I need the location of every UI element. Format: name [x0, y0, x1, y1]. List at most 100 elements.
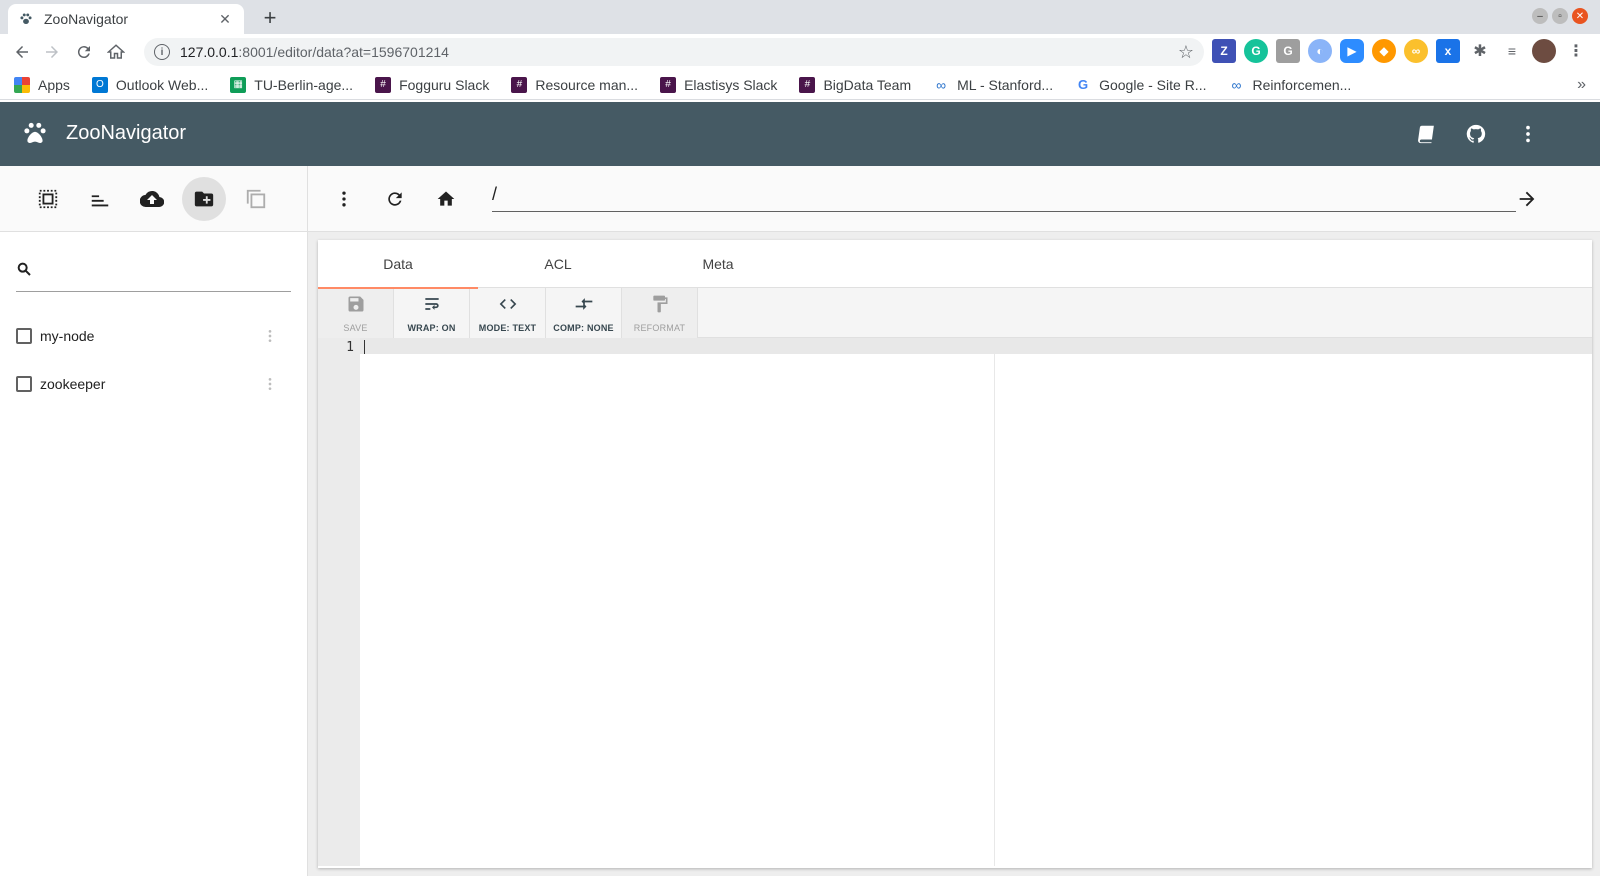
home-icon[interactable]	[430, 183, 462, 215]
path-field	[492, 178, 1516, 212]
site-info-icon[interactable]: i	[154, 44, 170, 60]
back-button[interactable]	[6, 36, 38, 68]
bookmark-outlook[interactable]: O Outlook Web...	[91, 76, 208, 93]
sidebar-toolbar	[0, 166, 307, 232]
node-name[interactable]: zookeeper	[40, 376, 105, 392]
github-icon[interactable]	[1462, 120, 1490, 148]
editor-card: Data ACL Meta SAVE WRAP: ON MODE: TEXT C…	[318, 240, 1592, 868]
tab-acl[interactable]: ACL	[478, 240, 638, 288]
tab-meta[interactable]: Meta	[638, 240, 798, 288]
bookmark-resource-man[interactable]: # Resource man...	[511, 76, 638, 93]
compress-arrows-icon	[574, 294, 594, 319]
close-tab-icon[interactable]: ✕	[216, 10, 234, 28]
book-icon[interactable]	[1412, 120, 1440, 148]
chrome-menu-icon[interactable]: ⋮	[1564, 39, 1588, 63]
coursera-icon: ∞	[936, 76, 947, 93]
coursera-extension-icon[interactable]: ∞	[1404, 39, 1428, 63]
more-vert-icon[interactable]	[1514, 120, 1542, 148]
slack-icon: #	[799, 76, 816, 93]
close-window-button[interactable]: ✕	[1572, 8, 1588, 24]
path-input[interactable]	[492, 178, 1516, 211]
profile-avatar[interactable]	[1532, 39, 1556, 63]
create-node-button[interactable]	[182, 176, 226, 221]
reload-button[interactable]	[68, 36, 100, 68]
more-bookmarks-icon[interactable]: »	[1577, 76, 1586, 94]
apps-grid-icon	[14, 76, 30, 93]
bookmark-google-site[interactable]: G Google - Site R...	[1075, 77, 1206, 93]
reformat-button[interactable]: REFORMAT	[622, 288, 698, 338]
app-header: ZooNavigator	[0, 102, 1600, 166]
extensions-bar: Z G G ◐ ▶ ◆ ∞ x ✱ ≡ ⋮	[1212, 39, 1588, 63]
fish-extension-icon[interactable]: ◆	[1372, 39, 1396, 63]
search-icon	[16, 261, 32, 282]
new-tab-button[interactable]: +	[258, 5, 282, 30]
bookmark-tu-berlin[interactable]: ▦ TU-Berlin-age...	[230, 76, 353, 93]
bookmark-star-icon[interactable]: ☆	[1178, 42, 1194, 63]
g-extension-icon[interactable]: G	[1276, 39, 1300, 63]
browser-tab-title: ZooNavigator	[44, 11, 129, 27]
save-label: SAVE	[343, 322, 368, 333]
translate-extension-icon[interactable]: x	[1436, 39, 1460, 63]
mode-label: MODE: TEXT	[478, 322, 537, 333]
sheets-icon: ▦	[230, 76, 247, 93]
active-line-highlight	[360, 338, 1592, 354]
browser-tab[interactable]: ZooNavigator ✕	[8, 4, 244, 34]
path-more-icon[interactable]	[328, 183, 360, 215]
text-cursor	[364, 340, 365, 354]
node-more-icon[interactable]	[262, 376, 278, 392]
duplicate-button[interactable]	[234, 177, 278, 221]
go-arrow-icon[interactable]	[1511, 183, 1543, 215]
node-search	[16, 252, 291, 292]
minimize-button[interactable]: –	[1532, 8, 1548, 24]
coursera-icon: ∞	[1231, 76, 1242, 93]
upload-cloud-button[interactable]	[130, 177, 174, 221]
bookmark-fogguru-slack[interactable]: # Fogguru Slack	[375, 76, 489, 93]
bookmark-apps[interactable]: Apps	[14, 76, 70, 93]
wrap-toggle-button[interactable]: WRAP: ON	[394, 288, 470, 338]
code-editor[interactable]: 1	[318, 338, 1592, 866]
wrap-label: WRAP: ON	[407, 322, 456, 333]
search-input[interactable]	[40, 263, 291, 280]
reformat-label: REFORMAT	[633, 322, 686, 333]
bookmark-reinforcement[interactable]: ∞ Reinforcemen...	[1228, 77, 1351, 93]
grammarly-extension-icon[interactable]: G	[1244, 39, 1268, 63]
zoom-extension-icon[interactable]: ▶	[1340, 39, 1364, 63]
select-all-button[interactable]	[26, 177, 70, 221]
paw-icon	[18, 11, 34, 27]
refresh-icon[interactable]	[379, 183, 411, 215]
google-icon: G	[1078, 77, 1089, 92]
media-controls-icon[interactable]: ≡	[1500, 39, 1524, 63]
bookmark-bigdata-team[interactable]: # BigData Team	[799, 76, 911, 93]
forward-button[interactable]	[36, 36, 68, 68]
puzzle-extensions-icon[interactable]: ✱	[1468, 39, 1492, 63]
node-checkbox[interactable]	[16, 376, 32, 392]
maximize-button[interactable]: ▫	[1552, 8, 1568, 24]
outlook-icon: O	[91, 76, 108, 93]
list-item[interactable]: my-node	[0, 312, 307, 360]
list-item[interactable]: zookeeper	[0, 360, 307, 408]
bookmark-ml-stanford[interactable]: ∞ ML - Stanford...	[933, 77, 1053, 93]
home-button[interactable]	[100, 36, 132, 68]
node-more-icon[interactable]	[262, 328, 278, 344]
paw-logo-icon	[22, 120, 50, 148]
editor-toolbar: SAVE WRAP: ON MODE: TEXT COMP: NONE REFO…	[318, 288, 1592, 338]
compression-button[interactable]: COMP: NONE	[546, 288, 622, 338]
editor-tabs: Data ACL Meta	[318, 240, 1592, 289]
url-text: 127.0.0.1:8001/editor/data?at=1596701214	[180, 44, 449, 60]
tab-data[interactable]: Data	[318, 240, 478, 289]
node-name[interactable]: my-node	[40, 328, 94, 344]
node-tree-sidebar: my-node zookeeper	[0, 166, 308, 876]
print-margin	[994, 338, 995, 866]
code-icon	[498, 294, 518, 319]
node-checkbox[interactable]	[16, 328, 32, 344]
zotero-extension-icon[interactable]: Z	[1212, 39, 1236, 63]
o-extension-icon[interactable]: ◐	[1308, 39, 1332, 63]
address-bar[interactable]: i 127.0.0.1:8001/editor/data?at=15967012…	[144, 38, 1204, 66]
save-button[interactable]: SAVE	[318, 288, 394, 338]
bookmark-elastisys-slack[interactable]: # Elastisys Slack	[660, 76, 777, 93]
format-paint-icon	[650, 294, 670, 319]
mode-button[interactable]: MODE: TEXT	[470, 288, 546, 338]
slack-icon: #	[511, 76, 528, 93]
line-number: 1	[346, 340, 354, 355]
sort-button[interactable]	[78, 177, 122, 221]
